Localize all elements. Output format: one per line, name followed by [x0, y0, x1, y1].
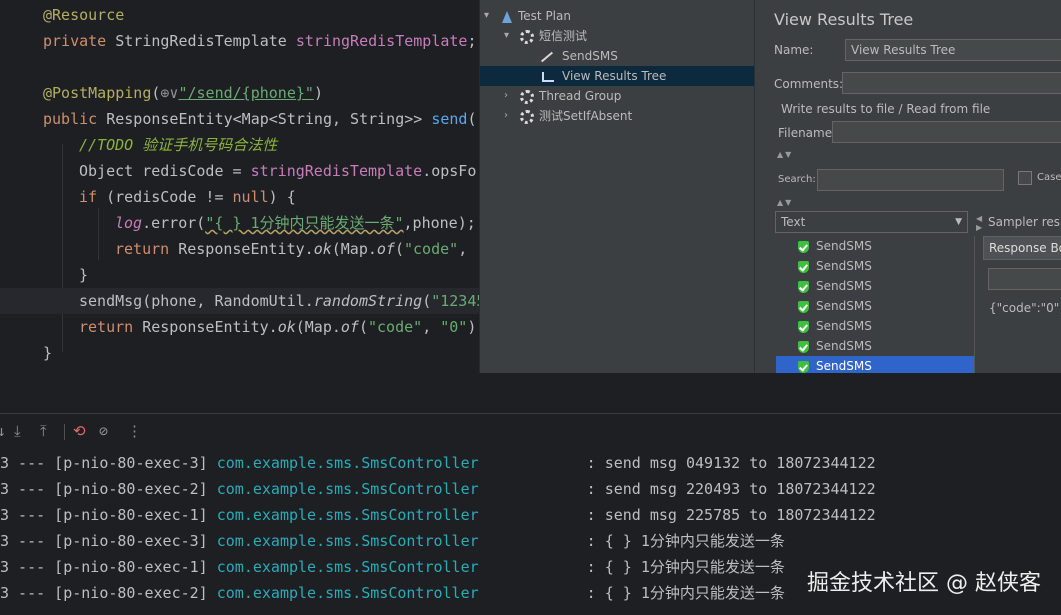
search-input[interactable]	[817, 169, 1004, 191]
watermark: 掘金技术社区 @ 赵侠客	[807, 571, 1041, 596]
check-shield-icon	[798, 340, 809, 353]
result-item[interactable]: SendSMS	[776, 336, 974, 356]
code-line: }	[79, 266, 89, 284]
tree-node-view-results-tree[interactable]: View Results Tree	[480, 66, 754, 86]
code-line: Object redisCode = stringRedisTemplate.o…	[79, 162, 486, 180]
indent-guide	[98, 208, 99, 260]
comments-field[interactable]	[842, 72, 1061, 94]
flask-icon	[502, 10, 512, 23]
name-label: Name:	[774, 43, 814, 57]
code-line: return ResponseEntity.ok(Map.of("code", …	[79, 318, 486, 336]
log-line: 3 --- [p-nio-80-exec-2] com.example.sms.…	[0, 584, 785, 602]
jmeter-window: ▾ Test Plan ▾ 短信测试 SendSMS View Results …	[479, 0, 1061, 373]
case-label: Case	[1037, 172, 1061, 183]
tab-sampler-result[interactable]: Sampler result	[988, 215, 1061, 229]
gear-icon	[520, 29, 534, 44]
scroll-icon[interactable]: ↓	[0, 422, 6, 440]
filename-label: Filename	[778, 126, 833, 140]
tree-node-thread-group[interactable]: Thread Group	[520, 86, 621, 106]
comments-label: Comments:	[774, 77, 844, 91]
log-line: 3 --- [p-nio-80-exec-1] com.example.sms.…	[0, 558, 785, 576]
result-item[interactable]: SendSMS	[776, 276, 974, 296]
restart-debug-icon[interactable]: ⟲	[73, 422, 86, 440]
tab-response-body[interactable]: Response Body	[983, 236, 1061, 260]
gear-icon	[520, 109, 534, 124]
code-line: private StringRedisTemplate stringRedisT…	[43, 32, 477, 50]
result-item[interactable]: SendSMS	[776, 256, 974, 276]
test-plan-tree: ▾ Test Plan ▾ 短信测试 SendSMS View Results …	[480, 0, 766, 373]
code-line: public ResponseEntity<Map<String, String…	[43, 110, 486, 128]
log-line: 3 --- [p-nio-80-exec-1] com.example.sms.…	[0, 506, 876, 524]
code-line: return ResponseEntity.ok(Map.of("code", …	[115, 240, 486, 258]
code-line: if (redisCode != null) {	[79, 188, 296, 206]
case-checkbox[interactable]	[1018, 171, 1032, 185]
code-line: //TODO 验证手机号码合法性	[79, 136, 278, 154]
expand-arrows-icon[interactable]: ◀ ▶	[976, 214, 982, 232]
log-line: 3 --- [p-nio-80-exec-2] com.example.sms.…	[0, 480, 876, 498]
name-field[interactable]: View Results Tree	[845, 39, 1061, 61]
list-divider	[974, 236, 975, 373]
check-shield-icon	[798, 320, 809, 333]
check-shield-icon	[798, 280, 809, 293]
code-line: @PostMapping(⊕∨"/send/{phone}")	[43, 84, 323, 102]
chevron-right-icon[interactable]: ›	[504, 86, 514, 106]
result-item[interactable]: SendSMS	[776, 296, 974, 316]
pipette-icon	[540, 51, 554, 62]
chevron-right-icon[interactable]: ›	[504, 106, 514, 126]
chevron-down-icon[interactable]: ▾	[484, 6, 494, 26]
globe-icon: ⊕∨	[160, 84, 179, 102]
more-options-icon[interactable]: ⋮	[127, 422, 142, 440]
filename-field[interactable]	[832, 121, 1061, 143]
code-line: @Resource	[43, 6, 125, 24]
log-line: 3 --- [p-nio-80-exec-3] com.example.sms.…	[0, 454, 876, 472]
indent-guide	[62, 144, 63, 352]
result-item[interactable]: SendSMS	[776, 316, 974, 336]
collapse-arrows-icon[interactable]: ▲▼	[777, 198, 793, 207]
tree-node-sms-group[interactable]: 短信测试	[520, 26, 587, 46]
collapse-arrows-icon[interactable]: ▲▼	[777, 150, 793, 159]
renderer-select[interactable]: Text ▼	[775, 211, 968, 233]
write-results-label: Write results to file / Read from file	[781, 102, 991, 116]
log-line: 3 --- [p-nio-80-exec-3] com.example.sms.…	[0, 532, 785, 550]
mute-breakpoints-icon[interactable]: ⊘	[99, 422, 108, 440]
code-line: log.error("{ } 1分钟内只能发送一条",phone);	[115, 214, 476, 232]
check-shield-icon	[798, 240, 809, 253]
check-shield-icon	[798, 260, 809, 273]
console-toolbar: ↓ ⤓ ⤒ ⟲ ⊘ ⋮	[0, 413, 1061, 449]
chevron-down-icon[interactable]: ▾	[504, 26, 514, 46]
tree-node-send-sms[interactable]: SendSMS	[540, 46, 618, 66]
response-search-field[interactable]	[988, 268, 1061, 290]
upload-icon[interactable]: ⤒	[40, 422, 47, 440]
gear-icon	[520, 89, 534, 104]
code-line: }	[43, 344, 53, 362]
result-item-selected[interactable]: SendSMS	[776, 356, 974, 373]
chevron-down-icon: ▼	[955, 217, 962, 227]
check-shield-icon	[798, 360, 809, 373]
result-item[interactable]: SendSMS	[776, 236, 974, 256]
chart-icon	[542, 71, 554, 82]
toolbar-separator	[64, 424, 65, 440]
panel-title: View Results Tree	[774, 10, 914, 29]
check-shield-icon	[798, 300, 809, 313]
download-icon[interactable]: ⤓	[14, 422, 21, 440]
panel-gap	[0, 373, 1061, 413]
tree-node-set-if-absent[interactable]: 测试SetIfAbsent	[520, 106, 632, 126]
tree-node-test-plan[interactable]: Test Plan	[502, 6, 571, 26]
search-label: Search:	[778, 174, 816, 185]
response-body-text: {"code":"0"}	[989, 301, 1061, 315]
